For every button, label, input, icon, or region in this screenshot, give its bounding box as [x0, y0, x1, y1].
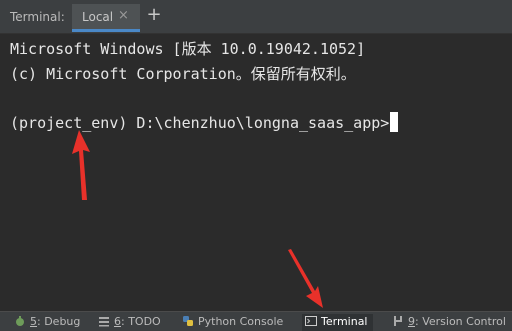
- version-control-icon: [394, 316, 402, 326]
- todo-icon: [99, 317, 109, 327]
- tool-version-control[interactable]: 9: Version Control: [392, 314, 506, 331]
- tool-debug[interactable]: 5: Debug: [14, 314, 80, 331]
- terminal-title: Terminal:: [10, 10, 65, 24]
- tool-terminal-label: Terminal: [321, 315, 368, 328]
- annotation-arrow-prompt: [72, 130, 90, 200]
- tool-debug-label: : Debug: [37, 315, 81, 328]
- add-tab-icon[interactable]: +: [145, 4, 163, 25]
- tool-python-console[interactable]: Python Console: [182, 314, 283, 331]
- tab-local[interactable]: Local ×: [72, 4, 140, 32]
- close-icon[interactable]: ×: [118, 8, 129, 23]
- tool-version-control-label: : Version Control: [415, 315, 506, 328]
- tab-local-label: Local: [82, 10, 114, 24]
- tool-window-bar: 5: Debug 6: TODO Python Console Terminal…: [0, 311, 512, 331]
- tool-python-console-label: Python Console: [198, 315, 284, 328]
- tool-todo-label: : TODO: [121, 315, 161, 328]
- debug-icon: [16, 316, 24, 326]
- terminal-tabbar: Terminal: Local × +: [0, 0, 512, 34]
- tool-todo-num: 6: [114, 315, 121, 328]
- terminal-line: (c) Microsoft Corporation。保留所有权利。: [10, 65, 356, 83]
- text-cursor: [390, 112, 399, 132]
- terminal-icon: [305, 316, 317, 326]
- annotation-arrow-terminal: [288, 249, 323, 308]
- tool-debug-num: 5: [30, 315, 37, 328]
- tool-version-control-num: 9: [408, 315, 415, 328]
- tool-todo[interactable]: 6: TODO: [98, 314, 161, 331]
- terminal-line: Microsoft Windows [版本 10.0.19042.1052]: [10, 40, 366, 58]
- tool-terminal[interactable]: Terminal: [302, 314, 373, 331]
- python-icon: [183, 316, 193, 326]
